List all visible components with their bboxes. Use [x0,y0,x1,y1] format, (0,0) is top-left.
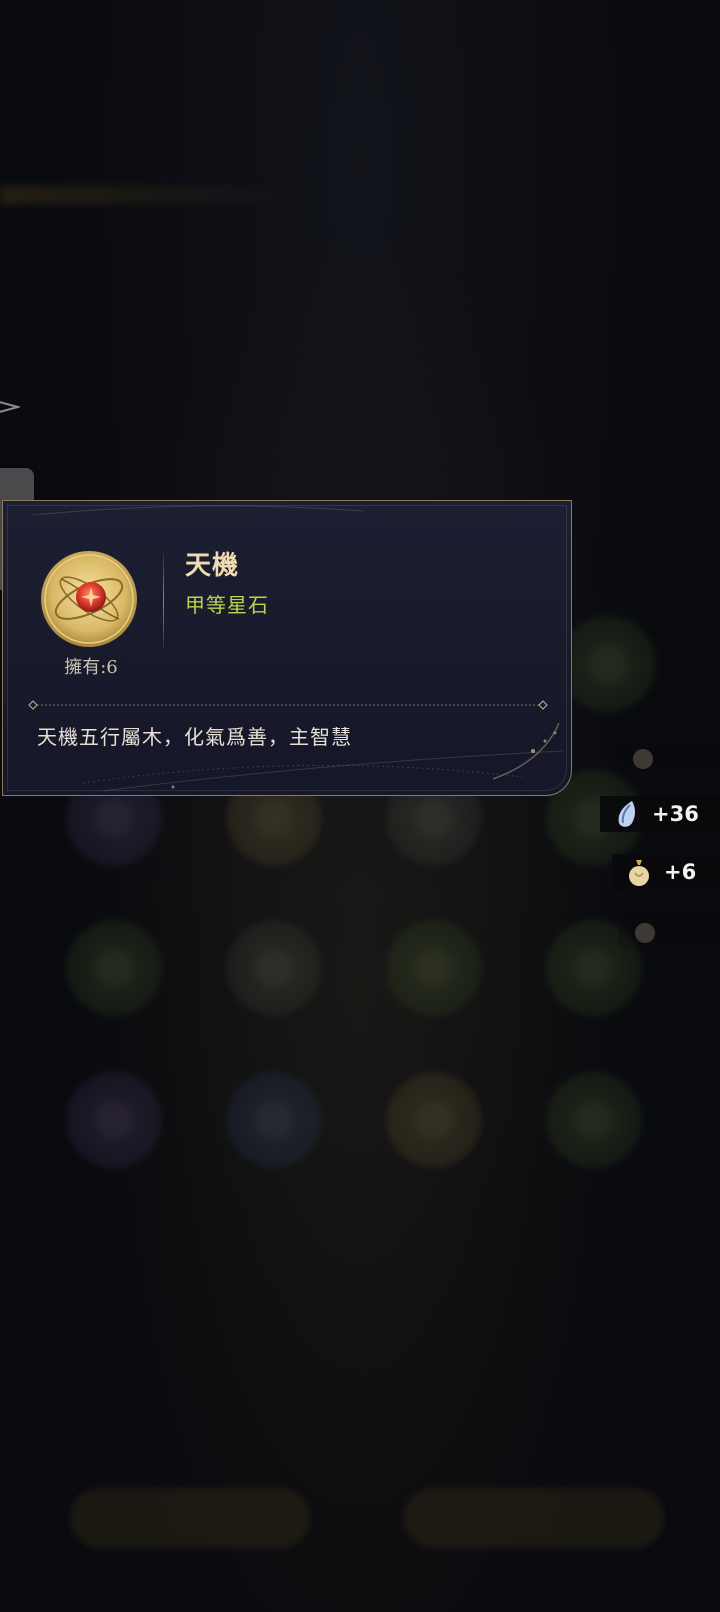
background-orb [66,1072,162,1168]
reward-toast-faded [616,738,720,774]
item-detail-panel: 擁有:6 天機 甲等星石 天機五行屬木，化氣爲善，主智慧 [2,500,572,796]
background-orb [546,1072,642,1168]
background-button [404,1488,664,1548]
item-grade: 甲等星石 [185,593,269,617]
blue-feather-drop-icon [618,801,635,827]
item-description: 天機五行屬木，化氣爲善，主智慧 [37,725,352,749]
vertical-divider [163,553,164,649]
reward-amount: +36 [652,802,699,826]
reward-toast-faded [618,912,720,948]
reward-toast: +6 [612,854,720,890]
owned-count: 擁有:6 [64,657,118,678]
reward-toast: +36 [600,796,720,832]
gold-pouch-icon [629,860,649,886]
background-orb [226,920,322,1016]
pouch-icon [635,923,655,943]
background-banner [0,186,300,204]
background-orb [560,616,656,712]
star-stone-icon [41,551,137,647]
background-orb [386,1072,482,1168]
horizontal-divider [28,700,548,710]
send-arrow-icon [0,401,20,413]
item-name: 天機 [185,551,240,581]
reward-amount: +6 [664,860,697,884]
background-orb [66,920,162,1016]
background-orb [226,1072,322,1168]
pouch-icon [633,749,653,769]
background-button [70,1488,310,1548]
background-orb [386,920,482,1016]
